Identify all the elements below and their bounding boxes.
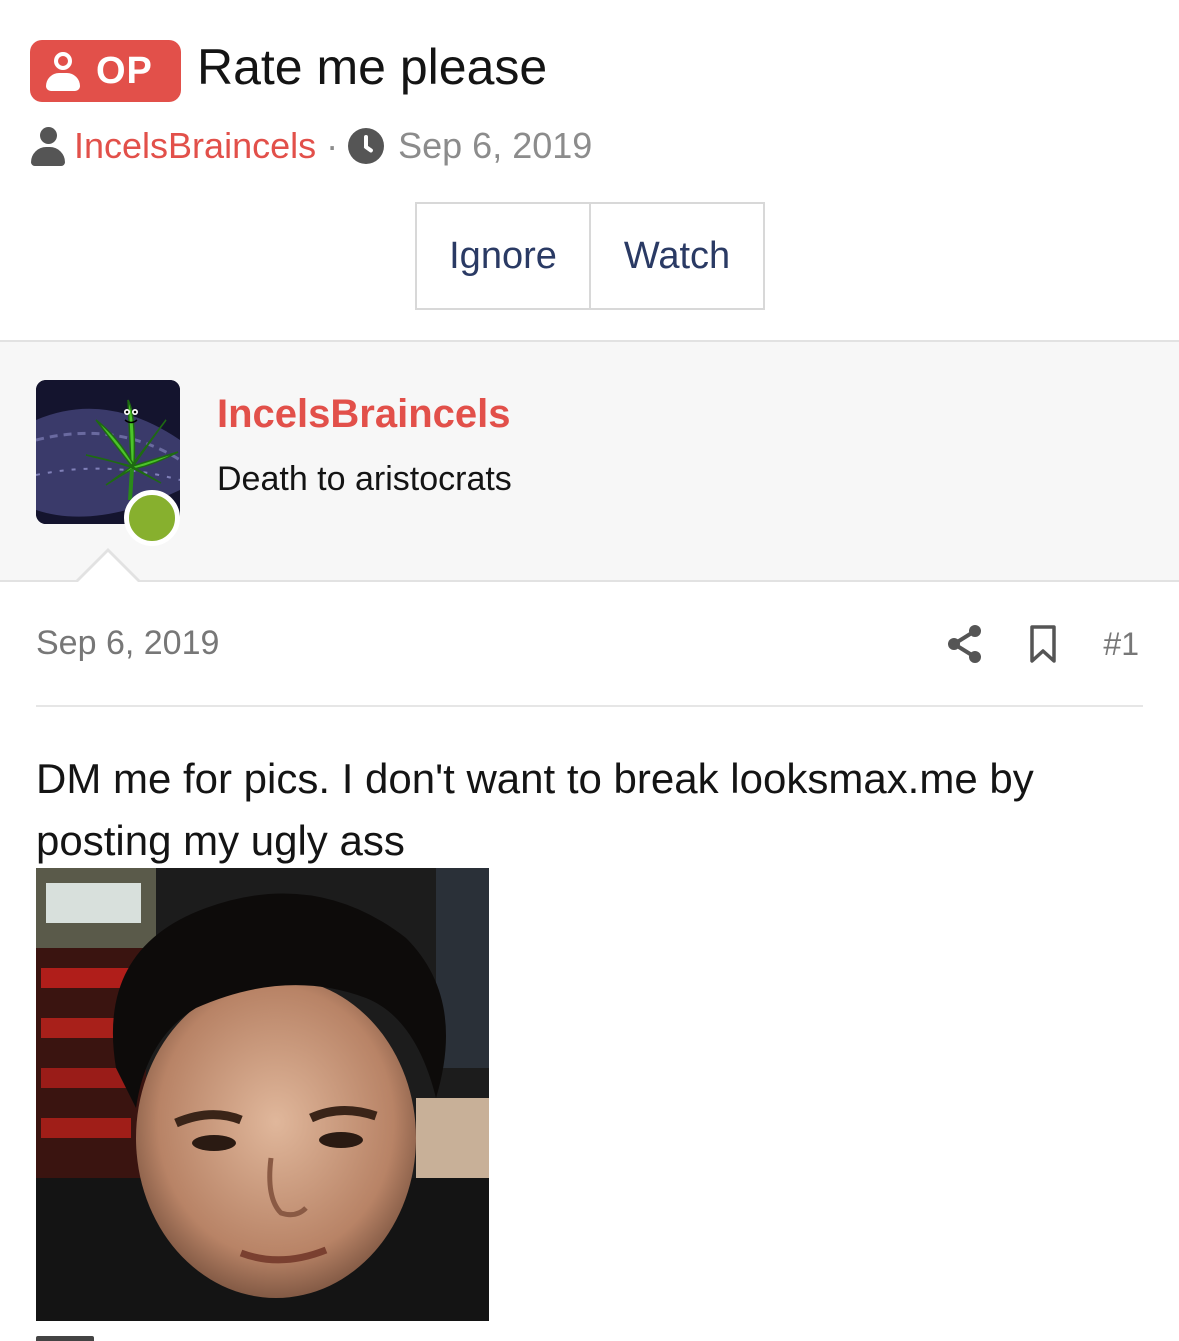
post-username[interactable]: IncelsBraincels: [217, 392, 511, 437]
op-badge-label: OP: [96, 49, 153, 92]
meta-separator: ·: [326, 125, 339, 166]
op-badge: OP: [30, 40, 181, 102]
post-attached-photo[interactable]: [36, 868, 489, 1321]
thread-author-link[interactable]: IncelsBraincels: [74, 125, 316, 167]
post-actions: #1: [947, 620, 1139, 668]
thread-title: Rate me please: [197, 39, 548, 95]
post-pointer-arrow-fill: [77, 552, 139, 583]
next-avatar-edge: [36, 1336, 94, 1341]
post-divider: [36, 705, 1143, 707]
thread-meta: IncelsBraincels · Sep 6, 2019: [30, 122, 592, 170]
thread-actions: Ignore Watch: [415, 202, 765, 310]
online-status-indicator: [124, 490, 180, 546]
thread-header: OP Rate me please IncelsBraincels · Sep …: [0, 0, 1179, 340]
bookmark-icon[interactable]: [1029, 624, 1057, 664]
post-date[interactable]: Sep 6, 2019: [36, 624, 219, 663]
post-user-block: IncelsBraincels Death to aristocrats: [0, 340, 1179, 582]
post-body-text: DM me for pics. I don't want to break lo…: [36, 755, 1034, 864]
user-title: Death to aristocrats: [217, 460, 512, 498]
ignore-button[interactable]: Ignore: [417, 204, 591, 308]
post-number-link[interactable]: #1: [1103, 626, 1139, 663]
thread-date[interactable]: Sep 6, 2019: [398, 125, 592, 167]
photo-image: [36, 868, 489, 1321]
share-icon[interactable]: [947, 624, 983, 664]
watch-button[interactable]: Watch: [591, 204, 763, 308]
clock-icon: [348, 128, 385, 164]
user-icon: [30, 126, 66, 166]
user-icon: [44, 49, 84, 93]
